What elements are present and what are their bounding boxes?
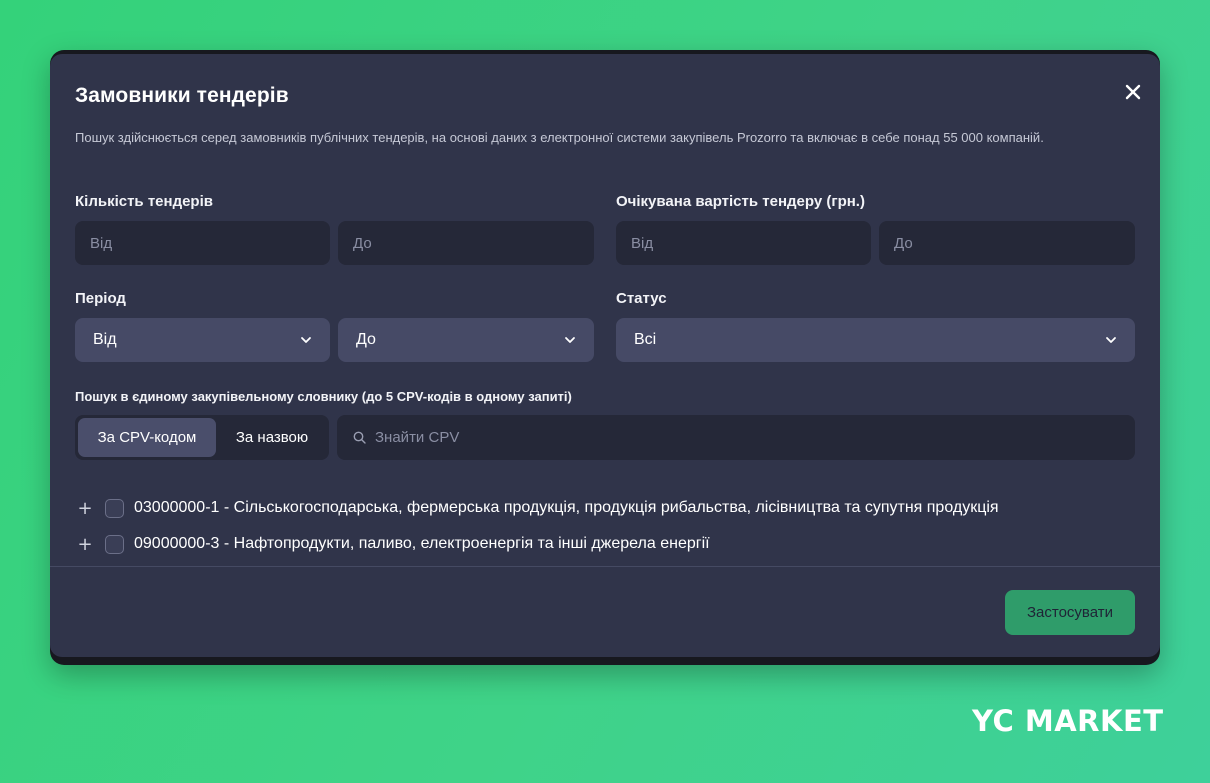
tender-count-label: Кількість тендерів (75, 193, 213, 210)
apply-button[interactable]: Застосувати (1005, 590, 1135, 635)
close-icon[interactable] (1122, 81, 1144, 103)
chevron-down-icon (301, 337, 311, 343)
period-to-select[interactable]: До (338, 318, 594, 362)
search-icon (353, 431, 366, 444)
modal-title: Замовники тендерів (75, 84, 289, 107)
period-label: Період (75, 290, 126, 307)
brand-logo-text: YC MARKET (972, 704, 1164, 738)
cpv-checkbox[interactable] (105, 534, 124, 554)
footer-divider (50, 566, 1160, 567)
expected-value-to-input[interactable] (879, 221, 1135, 265)
cpv-search-box (337, 415, 1135, 460)
filter-modal: Замовники тендерів Пошук здійснюється се… (50, 54, 1160, 657)
status-value: Всі (634, 331, 657, 348)
status-label: Статус (616, 290, 667, 307)
cpv-item-label: 09000000-3 - Нафтопродукти, паливо, елек… (134, 535, 710, 552)
expected-value-label: Очікувана вартість тендеру (грн.) (616, 193, 865, 210)
toggle-by-name[interactable]: За назвою (219, 418, 325, 457)
modal-description: Пошук здійснюється серед замовників публ… (75, 130, 1044, 145)
period-from-value: Від (93, 331, 117, 348)
expand-plus-icon[interactable]: + (75, 498, 95, 519)
cpv-search-input[interactable] (375, 415, 1115, 460)
status-select[interactable]: Всі (616, 318, 1135, 362)
chevron-down-icon (1106, 337, 1116, 343)
cpv-search-label: Пошук в єдиному закупівельному словнику … (75, 389, 572, 404)
period-to-value: До (356, 331, 376, 348)
cpv-item-label: 03000000-1 - Сільськогосподарська, ферме… (134, 499, 999, 516)
tender-count-to-input[interactable] (338, 221, 594, 265)
brand-logo: YC MARKET (972, 704, 1164, 738)
cpv-list-item: + 09000000-3 - Нафтопродукти, паливо, ел… (75, 532, 710, 556)
tender-count-from-input[interactable] (75, 221, 330, 265)
cpv-search-mode-toggle: За CPV-кодом За назвою (75, 415, 329, 460)
period-from-select[interactable]: Від (75, 318, 330, 362)
chevron-down-icon (565, 337, 575, 343)
cpv-checkbox[interactable] (105, 498, 124, 518)
expected-value-from-input[interactable] (616, 221, 871, 265)
cpv-list-item: + 03000000-1 - Сільськогосподарська, фер… (75, 496, 999, 520)
toggle-by-cpv-code[interactable]: За CPV-кодом (78, 418, 216, 457)
expand-plus-icon[interactable]: + (75, 534, 95, 555)
